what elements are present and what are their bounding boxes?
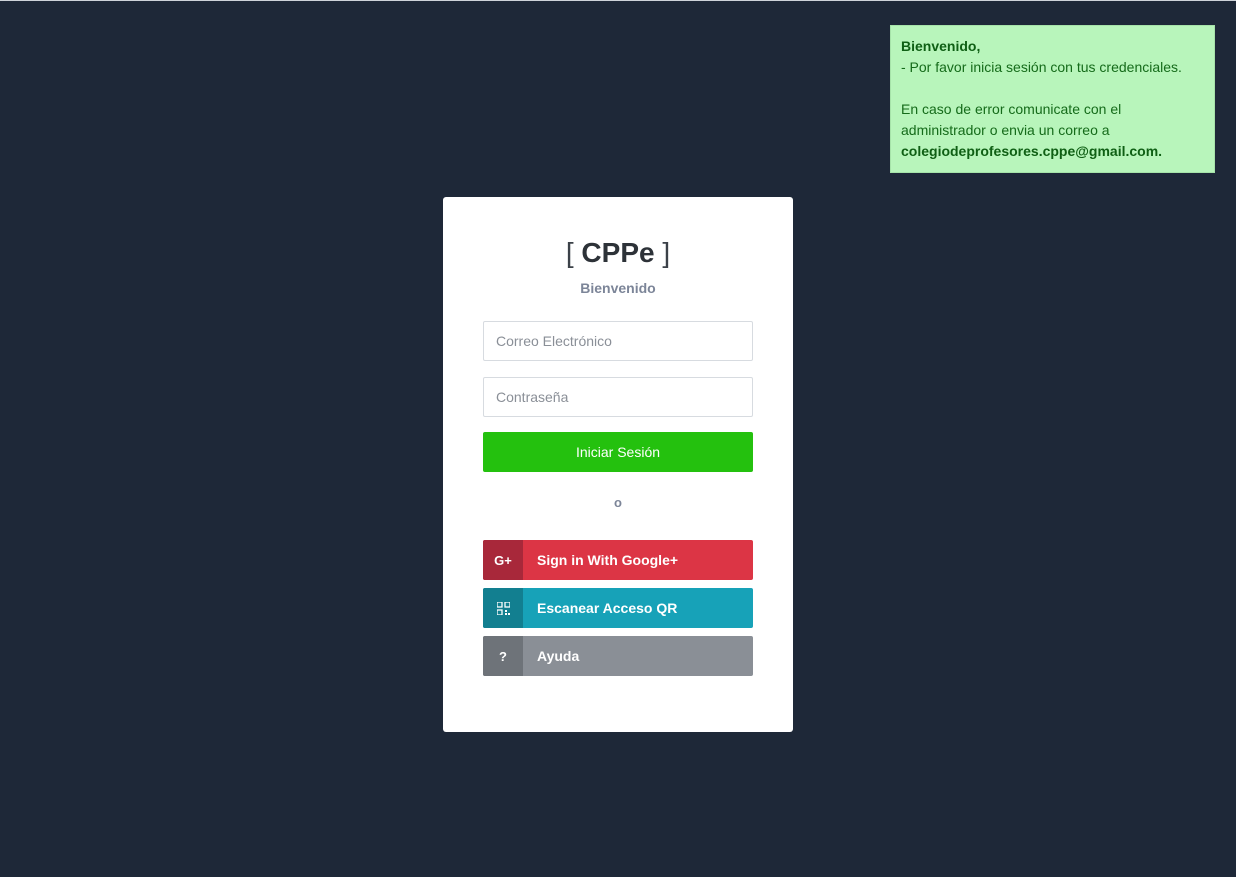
- email-input[interactable]: [483, 321, 753, 361]
- notice-line1: - Por favor inicia sesión con tus creden…: [901, 59, 1182, 75]
- password-input[interactable]: [483, 377, 753, 417]
- notice-email: colegiodeprofesores.cppe@gmail.com.: [901, 143, 1163, 159]
- help-label: Ayuda: [537, 648, 580, 664]
- top-border: [0, 0, 1236, 1]
- brand-bracket-close: ]: [662, 237, 671, 268]
- brand-bracket-open: [: [565, 237, 574, 268]
- qr-access-button[interactable]: Escanear Acceso QR: [483, 588, 753, 628]
- brand-name: CPPe: [581, 237, 655, 268]
- google-signin-button[interactable]: G+ Sign in With Google+: [483, 540, 753, 580]
- notice-greeting: Bienvenido,: [901, 38, 981, 54]
- help-button[interactable]: ? Ayuda: [483, 636, 753, 676]
- welcome-notice: Bienvenido, - Por favor inicia sesión co…: [890, 25, 1215, 173]
- google-signin-label: Sign in With Google+: [537, 552, 679, 568]
- qr-access-label: Escanear Acceso QR: [537, 600, 678, 616]
- notice-line2: En caso de error comunicate con el admin…: [901, 101, 1122, 138]
- brand-logo: [ CPPe ]: [443, 237, 793, 269]
- google-plus-icon: G+: [483, 540, 523, 580]
- login-card: [ CPPe ] Bienvenido Iniciar Sesión o G+ …: [443, 197, 793, 732]
- question-icon: ?: [483, 636, 523, 676]
- login-subtitle: Bienvenido: [580, 280, 656, 296]
- qr-code-icon: [483, 588, 523, 628]
- login-button[interactable]: Iniciar Sesión: [483, 432, 753, 472]
- or-separator: o: [614, 495, 622, 510]
